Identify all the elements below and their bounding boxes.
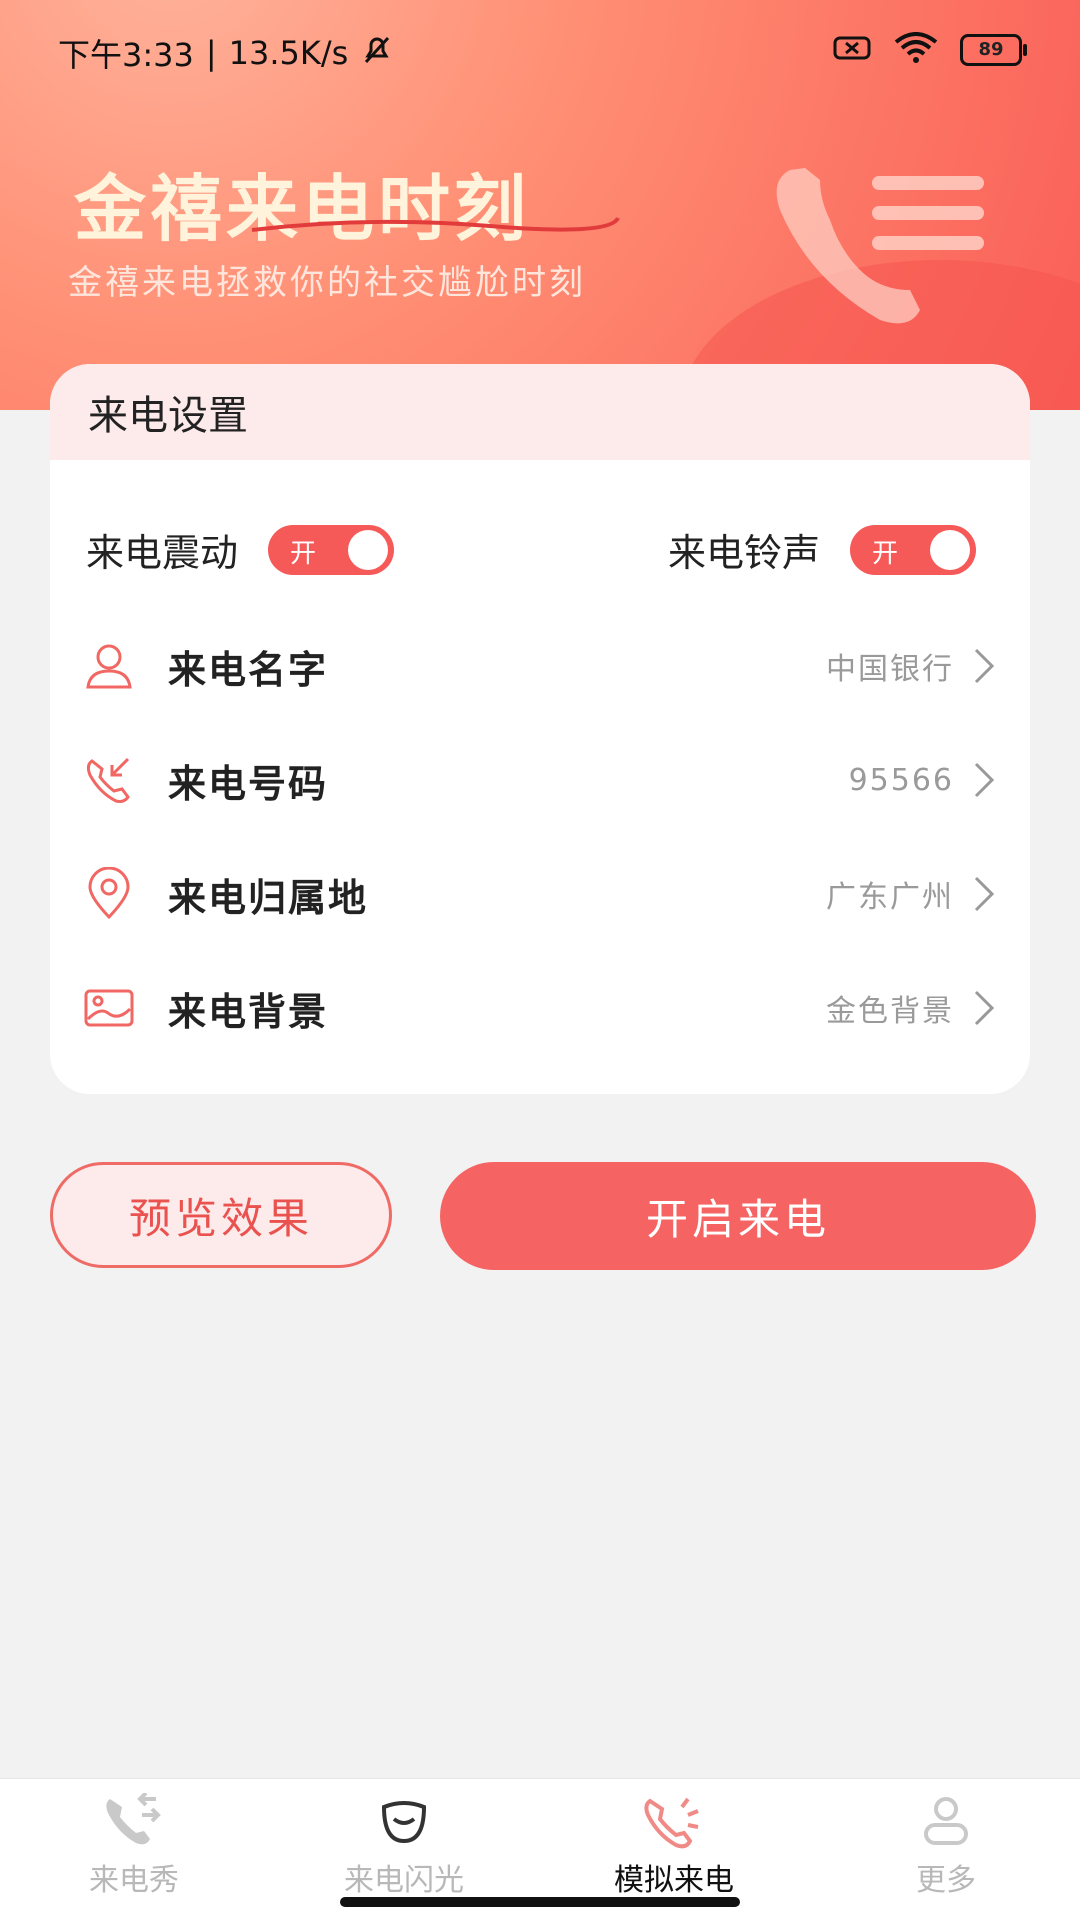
caller-background-value: 金色背景 xyxy=(826,994,954,1029)
vibrate-toggle[interactable]: 开 xyxy=(268,524,395,575)
status-left: 下午3:33 | 13.5K/s xyxy=(58,30,394,76)
caller-background-label: 来电背景 xyxy=(168,989,329,1034)
title-underline-decoration xyxy=(251,216,620,232)
chevron-right-icon xyxy=(974,648,995,684)
location-pin-icon xyxy=(88,867,130,920)
status-separator: | xyxy=(205,34,217,72)
ringtone-toggle-text: 开 xyxy=(872,538,899,569)
caller-number-row[interactable]: 来电号码 95566 xyxy=(50,740,1030,820)
status-right: 89 xyxy=(832,32,1027,68)
nav-label-more: 更多 xyxy=(916,1863,976,1898)
vibrate-label: 来电震动 xyxy=(86,531,239,575)
mute-bell-icon xyxy=(360,32,394,74)
settings-card: 来电设置 来电震动 开 来电铃声 开 来电名字 中国银行 来电号码 95566 … xyxy=(50,364,1030,1094)
caller-number-label: 来电号码 xyxy=(168,761,329,806)
chevron-right-icon xyxy=(974,876,995,912)
toggle-row: 来电震动 开 来电铃声 开 xyxy=(50,522,1030,582)
caller-number-value: 95566 xyxy=(848,762,954,798)
image-icon xyxy=(84,989,134,1027)
battery-icon: 89 xyxy=(960,34,1027,66)
caller-name-row[interactable]: 来电名字 中国银行 xyxy=(50,626,1030,706)
simulate-call-icon xyxy=(644,1797,699,1849)
header-banner: 下午3:33 | 13.5K/s 89 金禧来电时刻 金禧来电拯救你的社交尴尬时… xyxy=(0,0,1080,410)
nav-item-simulate-call[interactable]: 模拟来电 xyxy=(564,1793,784,1899)
wifi-icon xyxy=(894,32,938,68)
start-call-button[interactable]: 开启来电 xyxy=(440,1162,1036,1270)
battery-level: 89 xyxy=(978,39,1004,60)
sim-off-icon xyxy=(832,33,872,67)
page-title: 金禧来电时刻 xyxy=(74,167,531,251)
incoming-call-icon xyxy=(86,757,130,803)
chevron-right-icon xyxy=(974,990,995,1026)
chevron-right-icon xyxy=(974,762,995,798)
caller-location-label: 来电归属地 xyxy=(168,875,369,920)
caller-name-value: 中国银行 xyxy=(826,652,954,687)
caller-background-row[interactable]: 来电背景 金色背景 xyxy=(50,968,1030,1048)
status-time: 下午3:33 xyxy=(58,36,194,74)
status-bar: 下午3:33 | 13.5K/s 89 xyxy=(0,0,1080,100)
flash-icon xyxy=(381,1801,427,1844)
nav-label-flash: 来电闪光 xyxy=(344,1863,464,1898)
vibrate-toggle-text: 开 xyxy=(290,538,317,569)
caller-name-label: 来电名字 xyxy=(168,647,329,692)
nav-item-call-show[interactable]: 来电秀 xyxy=(24,1793,244,1899)
home-indicator[interactable] xyxy=(340,1897,740,1907)
settings-card-title: 来电设置 xyxy=(50,364,1030,460)
ringtone-toggle[interactable]: 开 xyxy=(850,524,977,575)
vibrate-setting: 来电震动 开 xyxy=(86,522,395,577)
nav-label-call-show: 来电秀 xyxy=(89,1863,179,1898)
preview-button[interactable]: 预览效果 xyxy=(50,1162,392,1268)
nav-label-simulate-call: 模拟来电 xyxy=(614,1863,734,1898)
toggle-knob xyxy=(930,529,971,570)
page-subtitle: 金禧来电拯救你的社交尴尬时刻 xyxy=(68,263,586,303)
nav-item-more[interactable]: 更多 xyxy=(836,1793,1056,1899)
ringtone-setting: 来电铃声 开 xyxy=(668,522,977,577)
toggle-knob xyxy=(348,529,389,570)
profile-icon xyxy=(924,1797,968,1845)
status-speed: 13.5K/s xyxy=(228,34,349,72)
ringtone-label: 来电铃声 xyxy=(668,531,821,575)
caller-location-value: 广东广州 xyxy=(826,880,954,915)
person-icon xyxy=(86,644,132,689)
caller-location-row[interactable]: 来电归属地 广东广州 xyxy=(50,854,1030,934)
nav-item-flash[interactable]: 来电闪光 xyxy=(294,1793,514,1899)
call-show-icon xyxy=(106,1793,161,1845)
phone-menu-icon xyxy=(776,168,984,324)
